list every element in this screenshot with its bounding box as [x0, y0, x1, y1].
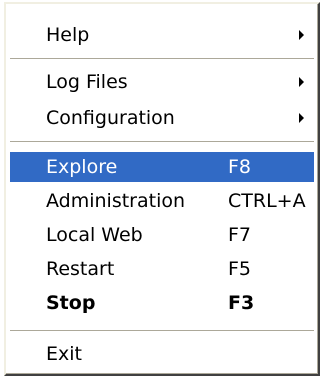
menu-item-restart[interactable]: Restart F5 — [10, 255, 314, 283]
menu-item-shortcut: F5 — [228, 258, 252, 280]
menu-item-administration[interactable]: Administration CTRL+A — [10, 187, 314, 215]
menu-item-shortcut: CTRL+A — [228, 190, 306, 212]
menu-item-label: Stop — [46, 292, 96, 314]
menu-item-shortcut: F7 — [228, 224, 252, 246]
menu-separator — [10, 330, 314, 332]
menu-item-label: Configuration — [46, 107, 175, 129]
menu-item-label: Restart — [46, 258, 115, 280]
menu-item-explore[interactable]: Explore F8 — [10, 152, 314, 182]
menu-item-label: Administration — [46, 190, 186, 212]
menu-item-local-web[interactable]: Local Web F7 — [10, 221, 314, 249]
menu-item-configuration[interactable]: Configuration — [10, 104, 314, 132]
menu-item-label: Log Files — [46, 71, 128, 93]
menu-item-label: Exit — [46, 343, 82, 365]
menu-item-stop[interactable]: Stop F3 — [10, 289, 314, 317]
chevron-right-icon — [299, 30, 304, 40]
menu-item-label: Local Web — [46, 224, 143, 246]
menu-item-help[interactable]: Help — [10, 21, 314, 49]
menu-item-label: Explore — [46, 156, 118, 178]
chevron-right-icon — [299, 77, 304, 87]
menu-separator — [10, 141, 314, 143]
menu-item-shortcut: F8 — [228, 156, 252, 178]
menu-separator — [10, 58, 314, 60]
menu-item-label: Help — [46, 24, 90, 46]
menu-item-log-files[interactable]: Log Files — [10, 68, 314, 96]
menu-item-shortcut: F3 — [228, 292, 255, 314]
context-menu: Help Log Files Configuration Explore F8 … — [4, 2, 320, 376]
chevron-right-icon — [299, 113, 304, 123]
menu-item-exit[interactable]: Exit — [10, 340, 314, 368]
